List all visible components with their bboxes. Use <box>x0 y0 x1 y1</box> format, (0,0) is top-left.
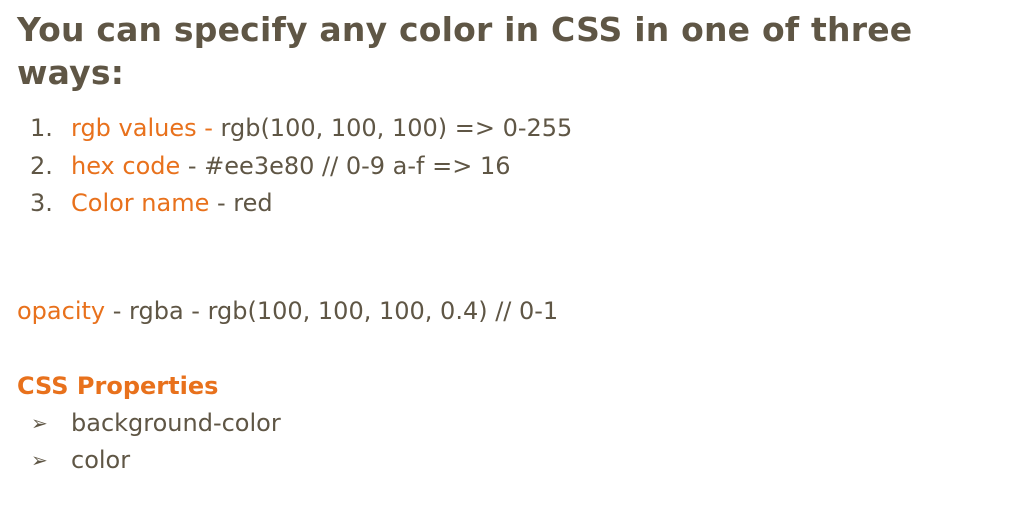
property-name: color <box>71 446 131 474</box>
list-item: 2. hex code - #ee3e80 // 0-9 a-f => 16 <box>17 148 1007 186</box>
list-item: ➢ color <box>17 442 281 479</box>
way-name: hex code <box>71 151 181 180</box>
way-name: rgb values - <box>71 114 221 142</box>
list-item: 1. rgb values - rgb(100, 100, 100) => 0-2… <box>17 110 1007 148</box>
slide-content: You can specify any color in CSS in one … <box>17 8 1007 474</box>
way-detail: rgb(100, 100, 100) => 0-255 <box>220 114 573 142</box>
property-name: background-color <box>71 409 281 437</box>
arrow-bullet-icon: ➢ <box>31 448 48 472</box>
list-number: 2. <box>30 151 53 180</box>
arrow-bullet-icon: ➢ <box>31 411 48 435</box>
opacity-detail: - rgba - rgb(100, 100, 100, 0.4) // 0-1 <box>105 297 559 325</box>
way-name: Color name <box>71 189 210 217</box>
way-detail: - #ee3e80 // 0-9 a-f => 16 <box>180 151 511 180</box>
list-number: 1. <box>30 114 53 142</box>
list-item: 3. Color name - red <box>17 185 1007 223</box>
list-number: 3. <box>30 189 53 217</box>
opacity-term: opacity <box>17 297 106 325</box>
way-detail: - red <box>209 189 273 217</box>
color-ways-list: 1. rgb values - rgb(100, 100, 100) => 0-2… <box>17 110 1007 223</box>
opacity-line: opacity - rgba - rgb(100, 100, 100, 0.4)… <box>17 293 558 329</box>
css-properties-heading: CSS Properties <box>17 372 219 400</box>
css-properties-list: ➢ background-color ➢ color <box>17 405 281 479</box>
list-item: ➢ background-color <box>17 405 281 442</box>
slide-heading: You can specify any color in CSS in one … <box>17 10 913 92</box>
